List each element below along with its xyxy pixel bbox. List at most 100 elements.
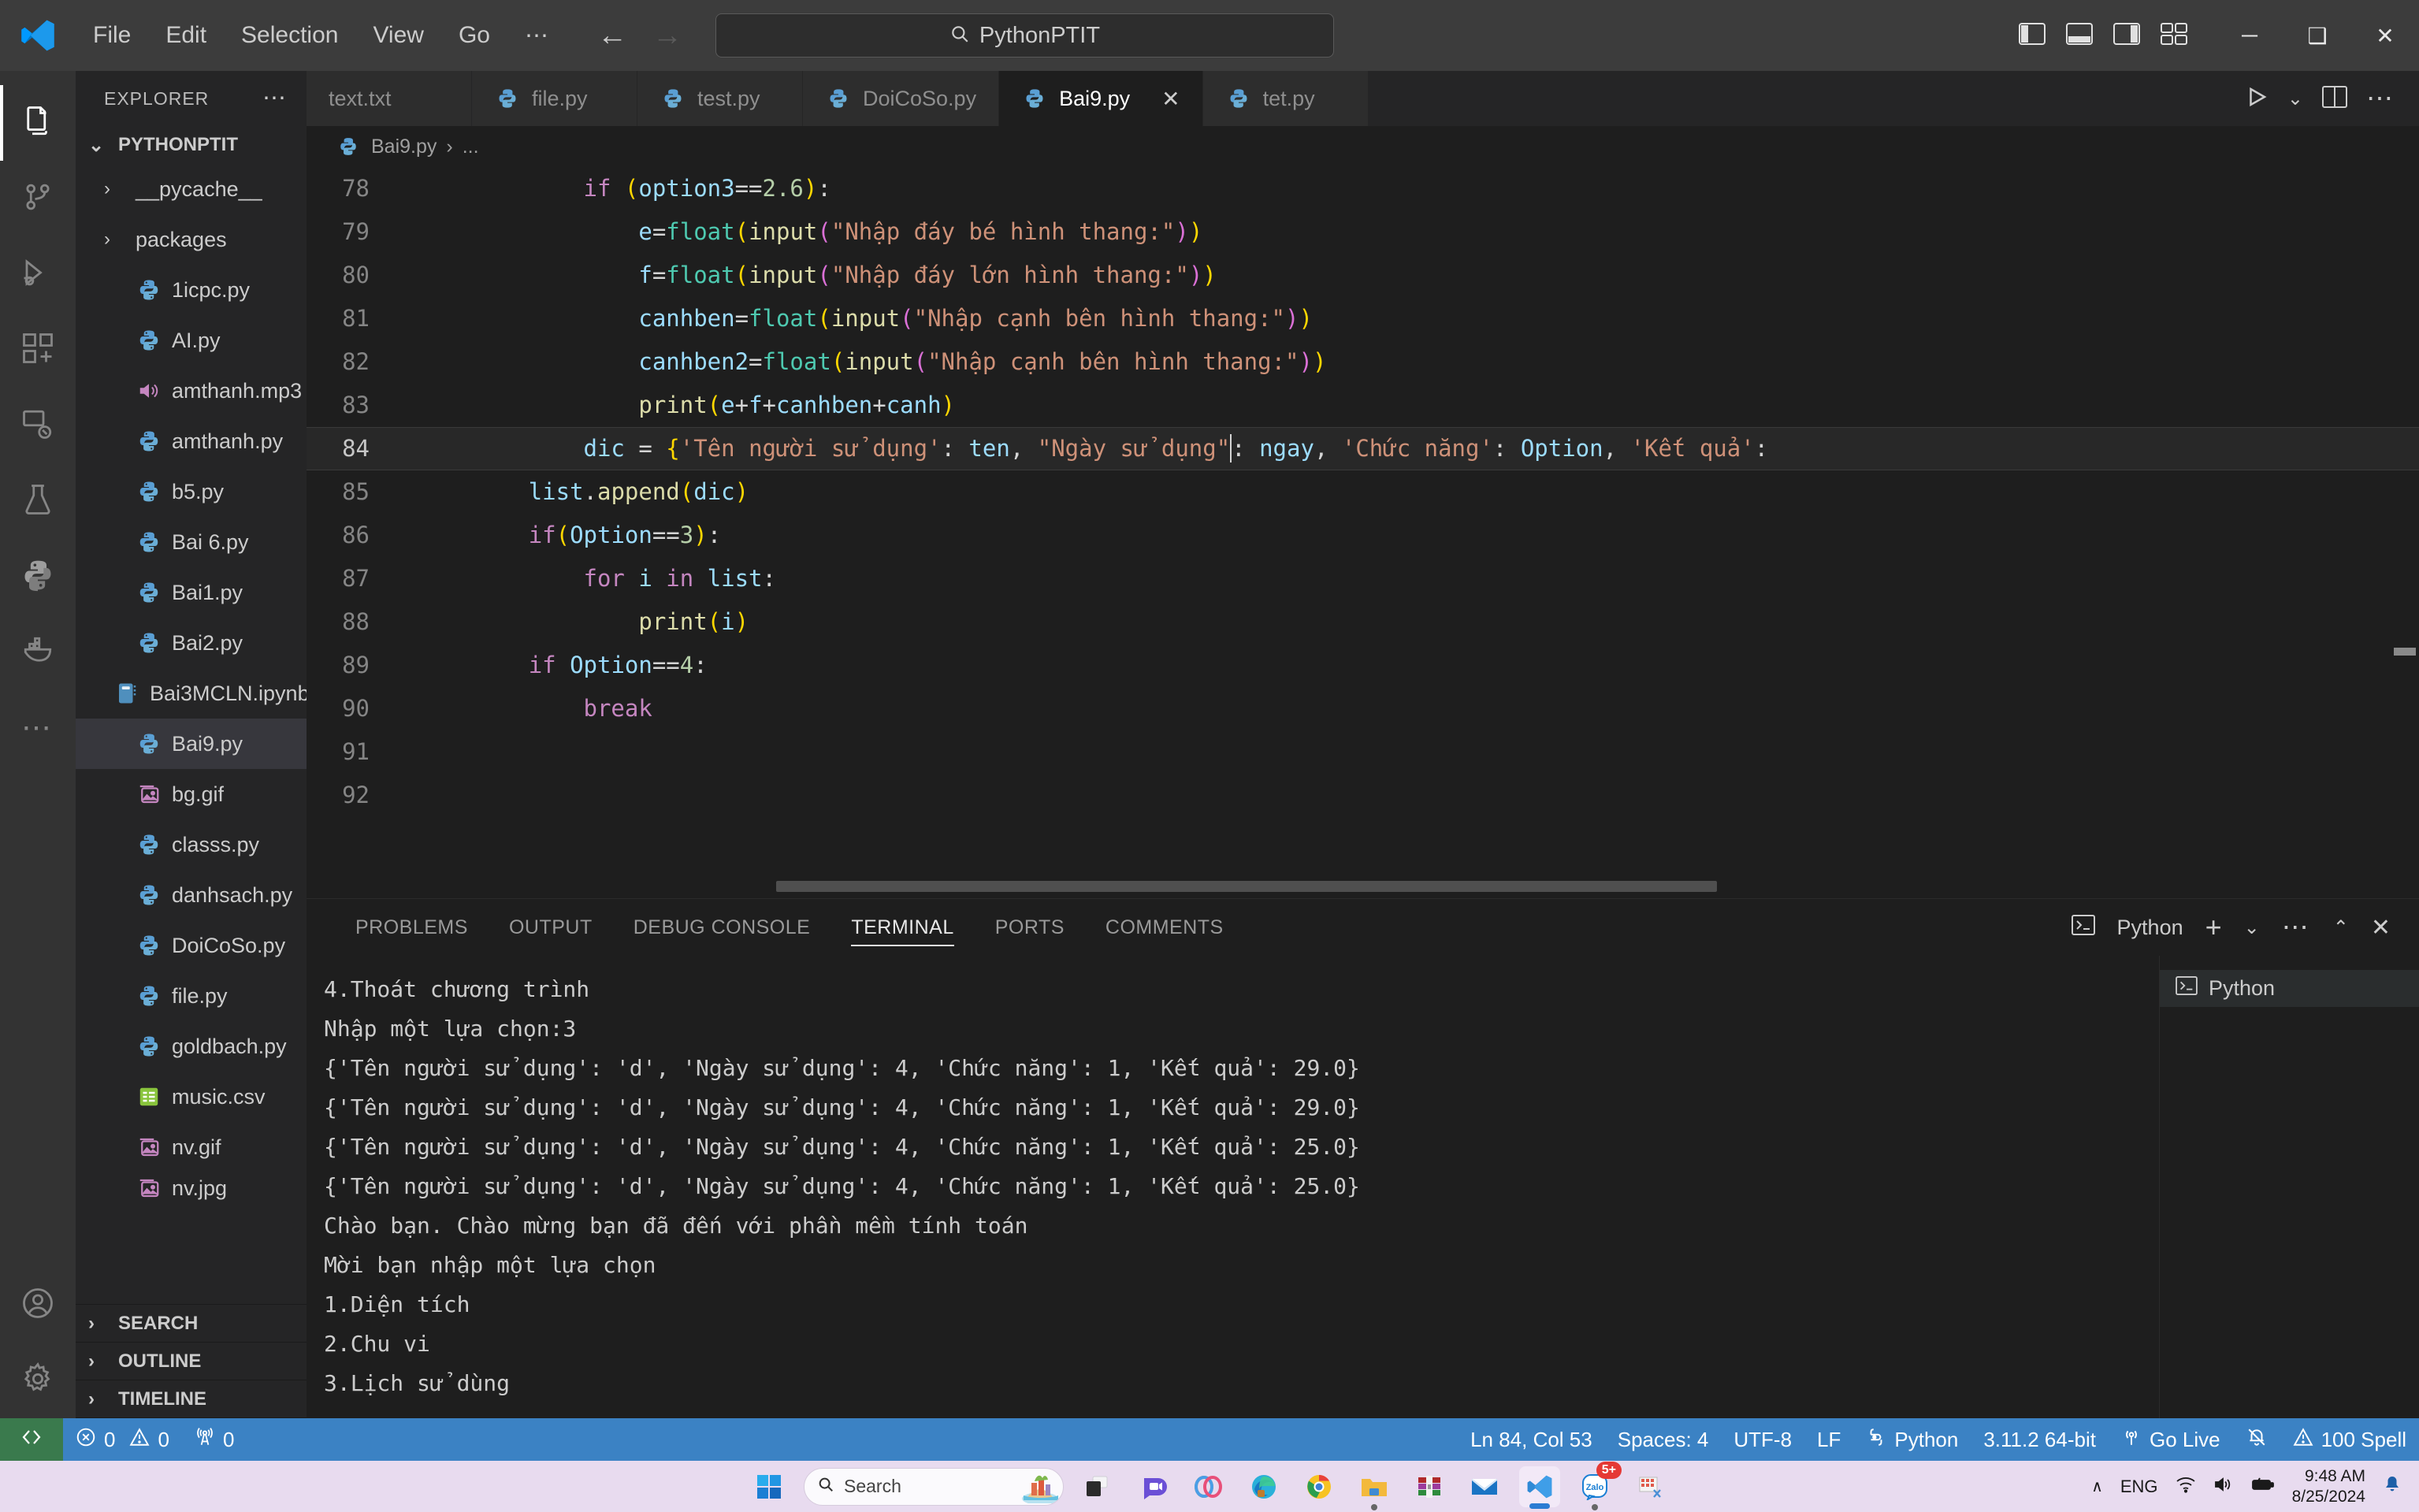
activity-explorer[interactable] [0,85,76,161]
line-content[interactable]: print(e+f+canhben+canh) [398,384,2419,427]
tab-test-py[interactable]: test.py [637,71,803,126]
line-content[interactable]: if(Option==3): [398,514,2419,557]
editor-horizontal-scrollbar[interactable] [776,881,2293,892]
activity-testing[interactable] [0,463,76,539]
tab-close-icon[interactable]: ✕ [1161,86,1180,112]
code-line[interactable]: 91 [307,730,2419,774]
mail-icon[interactable] [1464,1466,1505,1507]
tab-tet-py[interactable]: tet.py [1202,71,1369,126]
status-interpreter[interactable]: 3.11.2 64-bit [1971,1418,2109,1461]
ellipsis-icon[interactable]: ⋯ [2366,85,2395,112]
activity-source-control[interactable] [0,161,76,236]
status-go-live[interactable]: Go Live [2109,1418,2233,1461]
menu-view[interactable]: View [355,14,440,57]
teams-icon[interactable] [1133,1466,1174,1507]
plus-icon[interactable]: + [2205,911,2222,944]
list-item[interactable]: nv.gif [76,1122,307,1172]
code-line[interactable]: 86 if(Option==3): [307,514,2419,557]
ellipsis-icon[interactable]: ⋯ [2282,914,2311,941]
list-item[interactable]: DoiCoSo.py [76,920,307,971]
panel-tab-output[interactable]: OUTPUT [489,899,613,956]
status-problems[interactable]: 0 0 [63,1418,182,1461]
status-encoding[interactable]: UTF-8 [1721,1418,1804,1461]
activity-run-and-debug[interactable] [0,236,76,312]
activity-remote-explorer[interactable] [0,388,76,463]
toggle-primary-sidebar-icon[interactable] [2019,22,2046,49]
tab-doicoso-py[interactable]: DoiCoSo.py [803,71,1000,126]
activity-extensions[interactable] [0,312,76,388]
list-item[interactable]: › __pycache__ [76,164,307,214]
scrollbar-thumb[interactable] [776,881,1717,892]
volume-icon[interactable] [2213,1476,2234,1498]
maximize-button[interactable]: ❑ [2283,0,2351,71]
line-content[interactable]: canhben2=float(input("Nhập cạnh bên hình… [398,340,2419,384]
terminal-icon[interactable] [2071,914,2095,941]
line-content[interactable]: for i in list: [398,557,2419,600]
copilot-icon[interactable] [1188,1466,1229,1507]
tab-text-txt[interactable]: text.txt [307,71,472,126]
terminal-profile-label[interactable]: Python [2117,916,2183,940]
code-line[interactable]: 85 list.append(dic) [307,470,2419,514]
list-item[interactable]: b5.py [76,466,307,517]
chevron-down-icon[interactable]: ⌄ [2287,87,2303,110]
file-tree[interactable]: › __pycache__ › packages 1icpc.py AI.py … [76,164,307,1304]
activity-accounts[interactable] [0,1267,76,1343]
split-editor-icon[interactable] [2322,85,2347,112]
status-ports[interactable]: 0 [182,1418,247,1461]
winrar-icon[interactable] [1409,1466,1450,1507]
line-content[interactable]: if Option==4: [398,644,2419,687]
sidebar-section-timeline[interactable]: › TIMELINE [76,1380,307,1418]
list-item[interactable]: danhsach.py [76,870,307,920]
arrow-right-icon[interactable]: → [643,17,692,54]
close-icon[interactable]: ✕ [2371,914,2391,942]
menu-selection[interactable]: Selection [224,14,355,57]
menu-more[interactable]: ⋯ [507,14,566,58]
panel-tab-problems[interactable]: PROBLEMS [335,899,489,956]
panel-tab-ports[interactable]: PORTS [975,899,1085,956]
status-eol[interactable]: LF [1804,1418,1853,1461]
sidebar-actions-icon[interactable]: ⋯ [262,87,288,110]
code-line[interactable]: 87 for i in list: [307,557,2419,600]
line-content[interactable]: dic = {'Tên người sử dụng': ten, "Ngày s… [398,427,2419,470]
code-line[interactable]: 81 canhben=float(input("Nhập cạnh bên hì… [307,297,2419,340]
code-line[interactable]: 78 if (option3==2.6): [307,167,2419,210]
activity-settings[interactable] [0,1343,76,1418]
status-language-mode[interactable]: Python [1853,1418,1971,1461]
taskbar-search[interactable]: Search [804,1467,1064,1506]
taskbar-clock[interactable]: 9:48 AM 8/25/2024 [2292,1466,2365,1507]
battery-charging-icon[interactable] [2251,1477,2275,1497]
tray-expand-chevron-icon[interactable]: ∧ [2091,1477,2103,1496]
list-item[interactable]: › packages [76,214,307,265]
edge-icon[interactable] [1243,1466,1284,1507]
line-content[interactable]: list.append(dic) [398,470,2419,514]
chevron-down-icon[interactable]: ⌄ [2244,916,2260,939]
line-content[interactable]: canhben=float(input("Nhập cạnh bên hình … [398,297,2419,340]
code-line[interactable]: 80 f=float(input("Nhập đáy lớn hình than… [307,254,2419,297]
code-line[interactable]: 79 e=float(input("Nhập đáy bé hình thang… [307,210,2419,254]
code-line[interactable]: 89 if Option==4: [307,644,2419,687]
code-line[interactable]: 84 dic = {'Tên người sử dụng': ten, "Ngà… [307,427,2419,470]
status-notifications[interactable] [2233,1418,2280,1461]
tab-file-py[interactable]: file.py [472,71,637,126]
line-content[interactable]: break [398,687,2419,730]
tab-bai9-py[interactable]: Bai9.py ✕ [999,71,1203,126]
line-content[interactable]: f=float(input("Nhập đáy lớn hình thang:"… [398,254,2419,297]
list-item[interactable]: file.py [76,971,307,1021]
status-indentation[interactable]: Spaces: 4 [1605,1418,1722,1461]
status-remote-button[interactable] [0,1418,63,1461]
list-item[interactable]: Bai 6.py [76,517,307,567]
code-editor[interactable]: 78 if (option3==2.6): 79 e=float(input("N… [307,167,2419,898]
activity-python[interactable] [0,539,76,615]
breadcrumb[interactable]: Bai9.py › ... [307,126,2419,167]
status-spell-check[interactable]: 100 Spell [2280,1418,2419,1461]
code-line[interactable]: 82 canhben2=float(input("Nhập cạnh bên h… [307,340,2419,384]
list-item[interactable]: Bai3MCLN.ipynb [76,668,307,719]
tray-language[interactable]: ENG [2120,1477,2158,1497]
list-item[interactable]: 1icpc.py [76,265,307,315]
toggle-secondary-sidebar-icon[interactable] [2113,22,2140,49]
list-item[interactable]: goldbach.py [76,1021,307,1072]
code-line[interactable]: 83 print(e+f+canhben+canh) [307,384,2419,427]
command-center-search[interactable]: PythonPTIT [715,13,1334,58]
task-view-icon[interactable] [1078,1466,1119,1507]
list-item[interactable]: classs.py [76,819,307,870]
